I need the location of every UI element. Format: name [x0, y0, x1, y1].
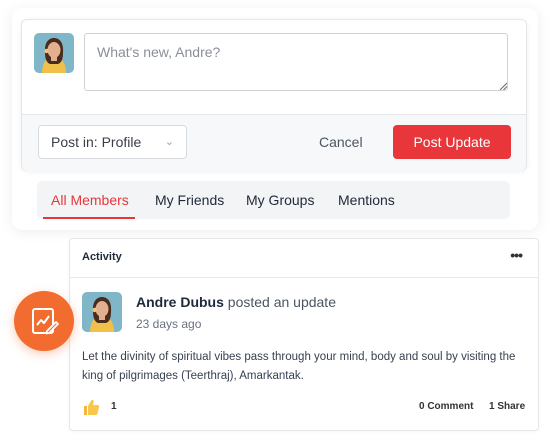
post-update-button[interactable]: Post Update — [393, 125, 511, 159]
post-author-line: Andre Dubus posted an update — [136, 294, 336, 310]
post-action-text: posted an update — [227, 294, 336, 310]
activity-card: Activity ••• Andre Dubus posted an updat… — [69, 238, 539, 431]
tab-mentions[interactable]: Mentions — [338, 181, 395, 219]
chevron-down-icon: ⌄ — [164, 136, 174, 148]
avatar[interactable] — [82, 292, 122, 332]
cancel-button[interactable]: Cancel — [319, 125, 363, 159]
post-composer: Post in: Profile ⌄ Cancel Post Update — [21, 19, 527, 171]
post-timestamp[interactable]: 23 days ago — [136, 317, 201, 331]
avatar[interactable] — [34, 33, 74, 73]
post-body: Let the divinity of spiritual vibes pass… — [82, 351, 516, 382]
activity-fab[interactable] — [14, 291, 74, 351]
tab-my-groups[interactable]: My Groups — [246, 181, 314, 219]
thumbs-up-icon[interactable] — [82, 398, 100, 416]
activity-header: Activity ••• — [70, 239, 538, 278]
post-in-select[interactable]: Post in: Profile ⌄ — [38, 125, 187, 159]
share-link[interactable]: 1 Share — [489, 401, 525, 412]
activity-title: Activity — [82, 251, 122, 263]
tab-my-friends[interactable]: My Friends — [155, 181, 224, 219]
resize-grip-icon[interactable] — [499, 82, 507, 90]
composer-actions: Post in: Profile ⌄ Cancel Post Update — [22, 114, 526, 171]
post-input[interactable] — [84, 33, 508, 91]
comments-link[interactable]: 0 Comment — [419, 401, 473, 412]
author-name[interactable]: Andre Dubus — [136, 294, 224, 310]
tab-all-members[interactable]: All Members — [43, 181, 135, 219]
more-options-icon[interactable]: ••• — [510, 247, 523, 263]
like-count: 1 — [111, 401, 117, 412]
post-in-label: Post in: Profile — [51, 134, 142, 150]
activity-tabs: All Members My Friends My Groups Mention… — [37, 181, 510, 219]
composer-input-area — [22, 20, 526, 114]
activity-edit-icon — [32, 308, 59, 335]
